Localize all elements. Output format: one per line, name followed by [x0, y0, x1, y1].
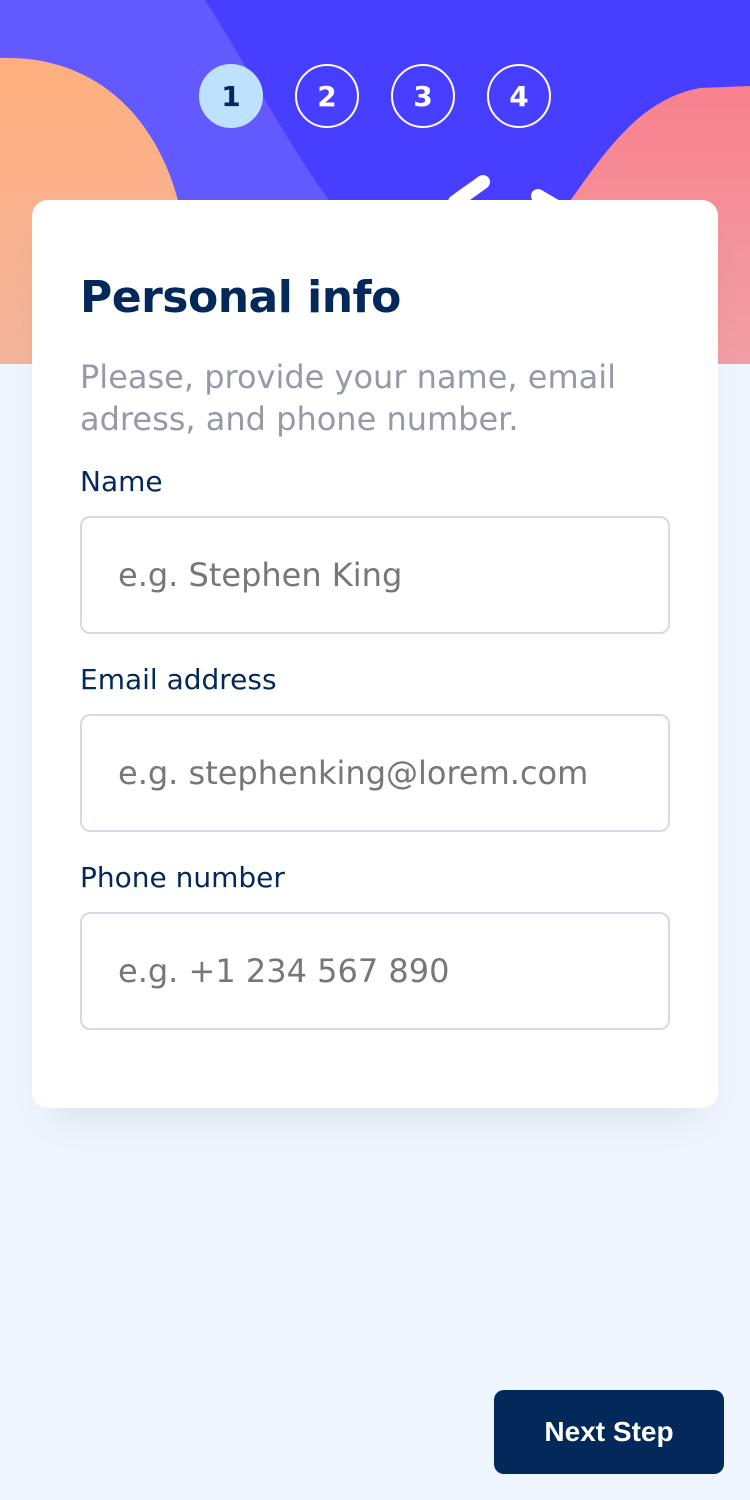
phone-field-group: Phone number [80, 862, 670, 1030]
email-field-group: Email address [80, 664, 670, 832]
step-3[interactable]: 3 [391, 64, 455, 128]
form-card: Personal info Please, provide your name,… [32, 200, 718, 1108]
step-1[interactable]: 1 [199, 64, 263, 128]
step-2[interactable]: 2 [295, 64, 359, 128]
page-title: Personal info [80, 272, 401, 323]
name-label: Name [80, 465, 163, 498]
step-4[interactable]: 4 [487, 64, 551, 128]
signup-page: 1 2 3 4 Personal info Please, provide yo… [0, 0, 750, 1500]
phone-input[interactable] [80, 912, 670, 1030]
name-input[interactable] [80, 516, 670, 634]
page-subtitle: Please, provide your name, email adress,… [80, 358, 616, 438]
email-label: Email address [80, 663, 277, 696]
step-indicator: 1 2 3 4 [0, 64, 750, 128]
white-stroke-left [448, 175, 490, 209]
name-field-group: Name [80, 466, 670, 634]
next-step-button[interactable]: Next Step [494, 1390, 724, 1474]
phone-label: Phone number [80, 861, 285, 894]
email-input[interactable] [80, 714, 670, 832]
